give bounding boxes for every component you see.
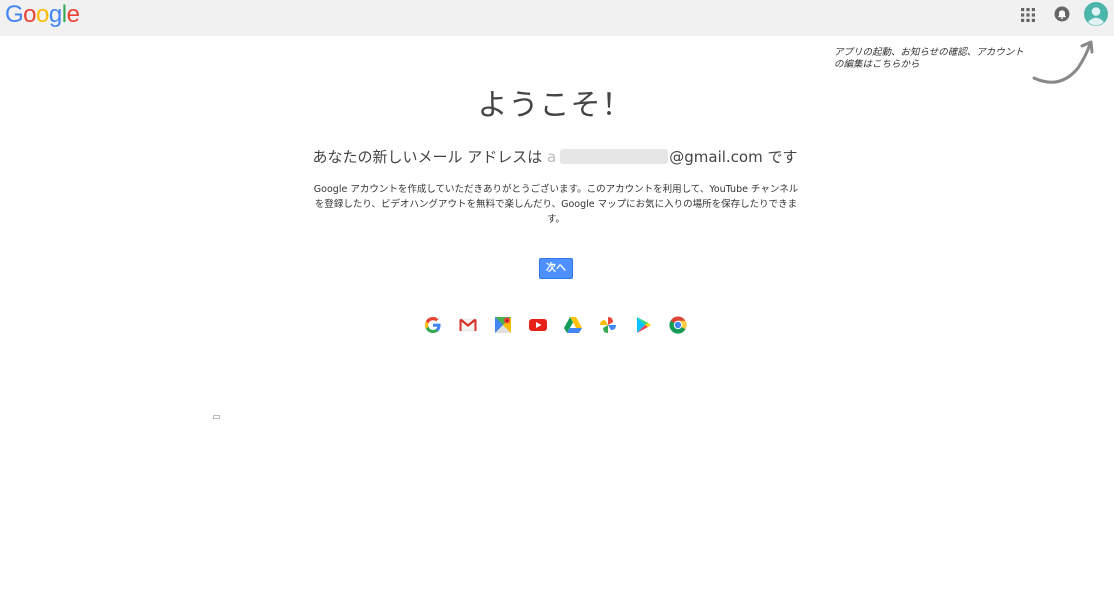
logo-letter: o xyxy=(23,1,37,28)
gmail-icon[interactable] xyxy=(458,315,478,335)
email-prefix: あなたの新しいメール アドレスは xyxy=(312,148,543,166)
top-bar: Google xyxy=(0,0,1114,36)
play-store-icon[interactable] xyxy=(633,315,653,335)
logo-letter: e xyxy=(66,1,80,28)
email-suffix: です xyxy=(767,148,798,166)
email-redaction xyxy=(560,149,669,164)
logo-letter: o xyxy=(36,1,49,28)
youtube-icon[interactable] xyxy=(528,315,548,335)
notifications-bell-icon[interactable] xyxy=(1054,6,1070,22)
photos-icon[interactable] xyxy=(598,315,618,335)
logo-letters: Google xyxy=(5,1,80,28)
drive-icon[interactable] xyxy=(563,315,583,335)
next-button[interactable]: 次へ xyxy=(539,258,573,279)
logo-letter: G xyxy=(5,1,24,28)
hint-arrow-icon xyxy=(1032,40,1094,84)
new-email-line: あなたの新しいメール アドレスは a @gmail.com です xyxy=(0,146,1110,167)
welcome-title: ようこそ！ xyxy=(477,88,633,123)
chrome-icon[interactable] xyxy=(668,315,688,335)
small-placeholder-mark xyxy=(213,415,220,419)
google-search-icon[interactable] xyxy=(423,315,443,335)
maps-icon[interactable] xyxy=(493,315,513,335)
apps-grid-icon[interactable] xyxy=(1021,8,1035,22)
email-domain: @gmail.com xyxy=(669,148,763,166)
account-hint-text: アプリの起動、お知らせの確認、アカウントの編集はこちらから xyxy=(834,47,1024,70)
product-icons-row xyxy=(423,315,703,335)
google-logo[interactable]: Google xyxy=(5,1,80,29)
logo-letter: g xyxy=(48,1,62,28)
account-avatar-icon[interactable] xyxy=(1084,2,1108,26)
email-visible-start: a xyxy=(547,148,557,166)
welcome-description: Google アカウントを作成していただきありがとうございます。このアカウントを… xyxy=(313,184,799,225)
